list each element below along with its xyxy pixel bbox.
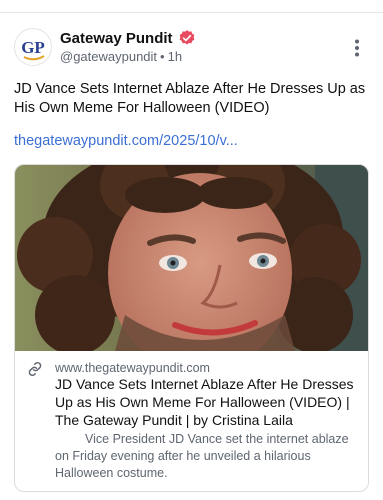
post-link[interactable]: thegatewaypundit.com/2025/10/v... bbox=[14, 133, 238, 149]
card-image[interactable] bbox=[15, 165, 368, 351]
card-description: Vice President JD Vance set the internet… bbox=[55, 432, 349, 480]
top-divider bbox=[0, 12, 383, 13]
link-preview-card[interactable]: www.thegatewaypundit.com JD Vance Sets I… bbox=[14, 164, 369, 492]
author-name[interactable]: Gateway Pundit bbox=[60, 30, 173, 47]
post-text: JD Vance Sets Internet Ablaze After He D… bbox=[14, 81, 366, 116]
card-body: www.thegatewaypundit.com JD Vance Sets I… bbox=[15, 351, 368, 491]
more-vertical-icon bbox=[355, 39, 359, 57]
more-options-button[interactable] bbox=[345, 36, 369, 60]
link-icon bbox=[28, 361, 42, 377]
preview-photo bbox=[15, 165, 368, 351]
avatar[interactable]: GP bbox=[14, 28, 52, 66]
author-row: Gateway Pundit bbox=[60, 28, 196, 48]
card-domain: www.thegatewaypundit.com bbox=[55, 361, 210, 375]
author-handle: @gatewaypundit bbox=[60, 49, 158, 64]
author-meta: @gatewaypundit • 1h bbox=[60, 49, 182, 64]
post-time[interactable]: 1h bbox=[168, 49, 182, 64]
avatar-text: GP bbox=[21, 38, 45, 57]
verified-badge-icon bbox=[179, 30, 194, 45]
card-title[interactable]: JD Vance Sets Internet Ablaze After He D… bbox=[55, 375, 360, 429]
post-header: GP Gateway Pundit @gatewaypundit • 1h bbox=[14, 26, 369, 70]
gp-logo: GP bbox=[21, 38, 45, 61]
separator-dot: • bbox=[160, 49, 165, 64]
